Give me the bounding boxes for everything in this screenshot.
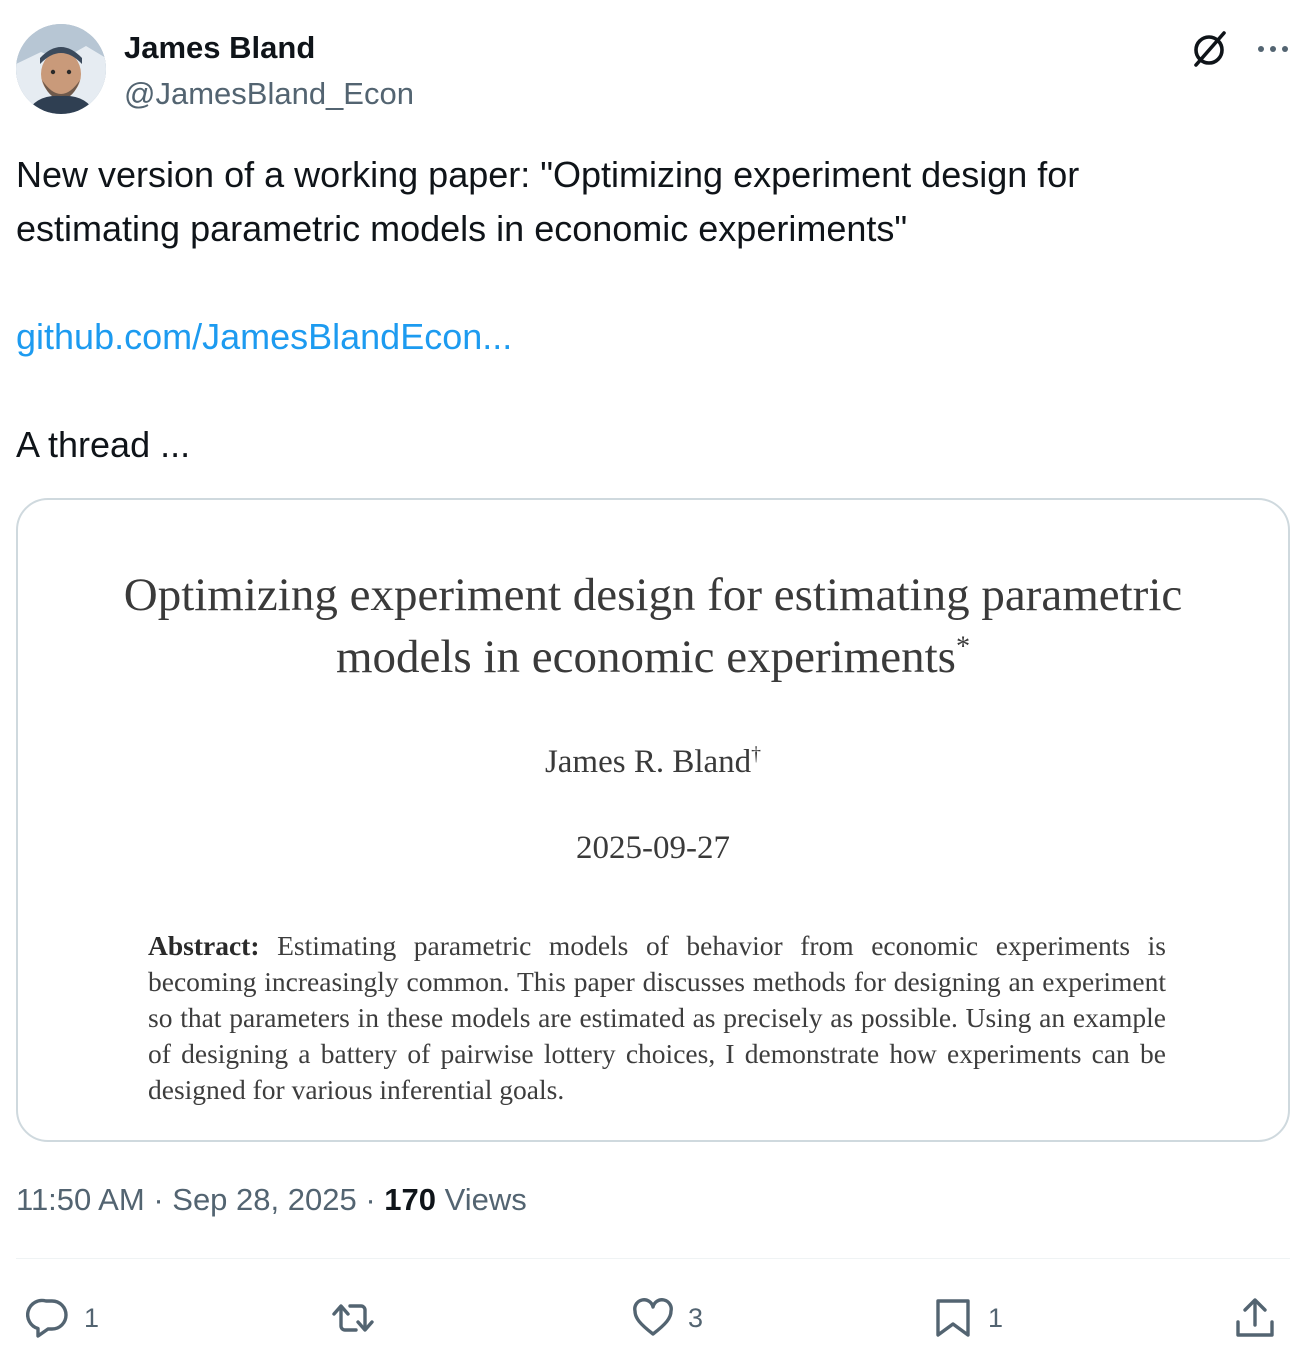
bookmark-button[interactable]: 1 <box>930 1290 1003 1346</box>
meta-separator: · <box>365 1182 376 1217</box>
github-link[interactable]: github.com/JamesBlandEcon... <box>16 316 512 357</box>
paper-author-name: James R. Bland <box>544 744 752 780</box>
paper-title-line: models in economic experiments <box>335 631 956 683</box>
repost-icon <box>332 1304 374 1332</box>
like-button[interactable]: 3 <box>630 1290 703 1346</box>
tweet-meta: 11:50 AM · Sep 28, 2025 · 170 Views <box>16 1182 527 1218</box>
paper-title-line: Optimizing experiment design for estimat… <box>123 569 1183 621</box>
reply-icon <box>26 1298 68 1338</box>
paper-date: 2025-09-27 <box>576 830 730 866</box>
abstract-text: Estimating parametric models of behavior… <box>148 930 1167 1105</box>
title-footnote-mark: * <box>955 631 971 663</box>
author-footnote-mark: † <box>751 743 762 765</box>
views-label: Views <box>444 1182 527 1217</box>
divider <box>16 1258 1290 1259</box>
reply-count: 1 <box>84 1302 100 1333</box>
tweet-text: New version of a working paper: "Optimiz… <box>16 148 1276 472</box>
grok-icon[interactable] <box>1188 28 1230 70</box>
paper-author: James R. Bland† <box>18 744 1288 781</box>
avatar[interactable] <box>16 24 106 114</box>
tweet-header: James Bland @JamesBland_Econ <box>16 24 1288 116</box>
meta-separator: · <box>153 1182 164 1217</box>
tweet-text-line: New version of a working paper: "Optimiz… <box>16 154 1080 195</box>
abstract-label: Abstract: <box>148 930 260 961</box>
share-icon <box>1236 1298 1274 1337</box>
heart-icon <box>633 1298 673 1336</box>
tweet-text-line: estimating parametric models in economic… <box>16 208 908 249</box>
action-bar: 1 3 1 <box>16 1290 1290 1346</box>
paper-abstract: Abstract: Estimating parametric models o… <box>148 928 1166 1108</box>
tweet-text-line: A thread ... <box>16 424 191 465</box>
bookmark-count: 1 <box>988 1302 1004 1333</box>
more-icon[interactable] <box>1252 28 1294 70</box>
repost-button[interactable] <box>330 1290 388 1346</box>
share-button[interactable] <box>1232 1290 1278 1346</box>
tweet-date[interactable]: Sep 28, 2025 <box>172 1182 356 1217</box>
author-name[interactable]: James Bland <box>124 30 315 66</box>
tweet-time[interactable]: 11:50 AM <box>16 1182 145 1217</box>
like-count: 3 <box>688 1302 704 1333</box>
attached-image[interactable]: Optimizing experiment design for estimat… <box>16 498 1290 1142</box>
paper-preview: Optimizing experiment design for estimat… <box>18 500 1288 1140</box>
views-count: 170 <box>384 1182 437 1217</box>
reply-button[interactable]: 1 <box>26 1290 99 1346</box>
bookmark-icon <box>936 1299 970 1337</box>
paper-title: Optimizing experiment design for estimat… <box>18 564 1288 688</box>
author-handle[interactable]: @JamesBland_Econ <box>124 76 414 112</box>
user-photo-icon <box>16 24 106 114</box>
